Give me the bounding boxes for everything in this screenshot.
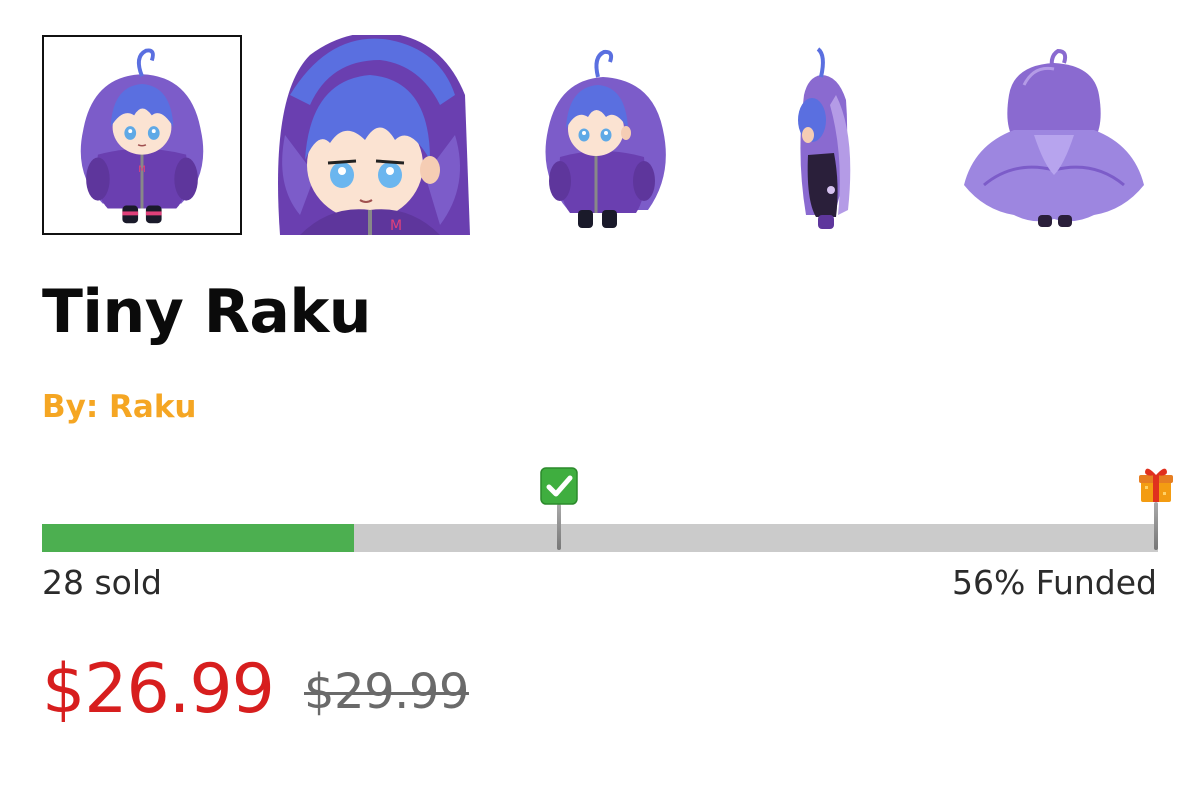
plush-back-image [954, 35, 1154, 235]
plush-three-quarter-image [498, 35, 698, 235]
thumbnail-three-quarter-view[interactable] [498, 35, 698, 235]
thumbnail-side-view[interactable] [726, 35, 926, 235]
check-mark-icon [539, 467, 578, 505]
plush-front-image: M [80, 48, 204, 224]
byline-prefix: By: [42, 389, 110, 425]
gift-icon [1139, 468, 1173, 502]
plush-side-image [726, 35, 926, 235]
goal-pin [1154, 502, 1158, 550]
thumbnail-back-view[interactable] [954, 35, 1154, 235]
plush-closeup-image: M [270, 35, 470, 235]
svg-text:M: M [390, 218, 402, 234]
funding-progress-fill [42, 524, 355, 552]
creator-link[interactable]: Raku [109, 389, 196, 425]
milestone-pin [556, 504, 561, 550]
original-price: $29.99 [304, 664, 469, 720]
sold-count: 28 sold [42, 563, 162, 602]
svg-text:M: M [138, 165, 146, 175]
funding-progress-bar [42, 524, 1158, 552]
funded-percentage: 56% Funded [951, 563, 1157, 602]
thumbnail-face-closeup[interactable]: M [270, 35, 470, 235]
thumbnail-front-view[interactable]: M [42, 35, 242, 235]
image-gallery: M M [42, 35, 1154, 235]
product-page: M M Tiny Raku By: Raku 28 sold 56% Funde… [0, 0, 1200, 789]
creator-byline: By: Raku [42, 392, 197, 423]
current-price: $26.99 [42, 650, 275, 729]
product-title: Tiny Raku [42, 277, 372, 347]
